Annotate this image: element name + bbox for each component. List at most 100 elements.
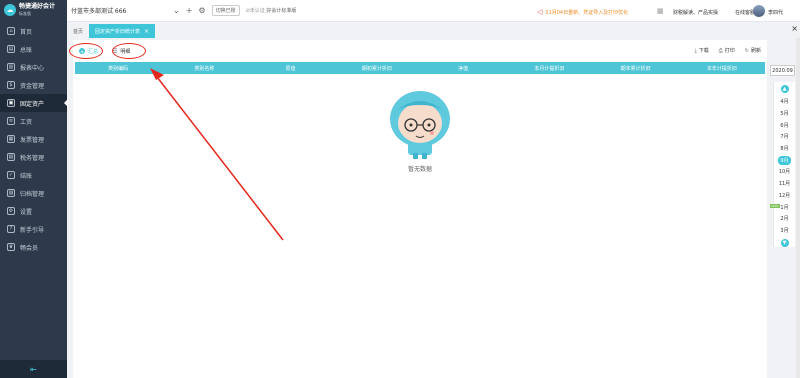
month-item[interactable]: 2月: [774, 213, 795, 225]
company-selector[interactable]: 付蓝市多部测试 666: [67, 6, 167, 15]
sidebar-item-12[interactable]: ♛ 畅会员: [0, 238, 67, 256]
month-label: 9月: [778, 155, 791, 165]
column-header[interactable]: 净值: [420, 65, 506, 72]
sidebar-item-label: 税务管理: [20, 154, 45, 162]
month-label: 5月: [780, 111, 789, 118]
close-tab-icon[interactable]: ×: [144, 28, 149, 35]
month-item[interactable]: 4月: [774, 96, 795, 108]
sidebar-item-6[interactable]: ▦ 发票管理: [0, 130, 67, 148]
column-header[interactable]: 本年计提折旧: [679, 65, 765, 72]
username[interactable]: 李四代: [768, 9, 783, 16]
sidebar-item-5[interactable]: ≡ 工资: [0, 112, 67, 130]
archive-icon: ▨: [7, 189, 15, 197]
asset-icon: ▣: [7, 99, 15, 107]
column-header[interactable]: 期初累计折旧: [334, 65, 420, 72]
month-item[interactable]: 6月: [774, 119, 795, 131]
sidebar-item-label: 报表中心: [20, 64, 45, 72]
notice-banner[interactable]: ◁ 11月04日重新、凭证导入及打印优化: [537, 8, 628, 16]
annotation-circle-detail: [112, 43, 146, 59]
money-icon: $: [7, 81, 15, 89]
column-header[interactable]: 本月计提折旧: [506, 65, 592, 72]
scrollbar[interactable]: [796, 38, 800, 378]
certification-status: ⊘未认证 好会计标准版: [245, 8, 297, 14]
collapse-arrow-icon: ⇤: [30, 364, 37, 374]
salary-icon: ≡: [7, 117, 15, 125]
close-all-tabs-icon[interactable]: ×: [791, 24, 798, 33]
megaphone-icon: ◁: [537, 8, 543, 16]
sidebar-item-10[interactable]: ⚙ 设置: [0, 202, 67, 220]
sidebar-item-8[interactable]: ✓ 结账: [0, 166, 67, 184]
table-header: 类别编码 类别名称 原值 期初累计折旧 净值 本月计提折旧 期末累计折旧 本年计提折旧: [75, 62, 765, 74]
month-item[interactable]: 9月: [774, 154, 795, 166]
close-books-icon: ✓: [7, 171, 15, 179]
month-down-icon[interactable]: ▼: [780, 239, 789, 248]
ledger-icon: ▤: [7, 45, 15, 53]
month-item[interactable]: 12月: [774, 190, 795, 202]
cert-prefix: 未认证: [249, 8, 265, 14]
tab-home[interactable]: 首页: [67, 24, 89, 38]
month-label: 7月: [780, 134, 789, 141]
month-up-icon[interactable]: ▲: [780, 85, 789, 93]
download-label: 下载: [698, 48, 709, 54]
download-button[interactable]: ⤓ 下载: [695, 47, 709, 54]
chevron-down-icon[interactable]: ⌄: [173, 6, 180, 15]
sidebar-item-9[interactable]: ▨ 归档管理: [0, 184, 67, 202]
sidebar-item-label: 固定资产: [20, 100, 45, 108]
column-header[interactable]: 期末累计折旧: [593, 65, 679, 72]
month-item[interactable]: 8月: [774, 143, 795, 155]
sidebar-item-label: 总账: [20, 46, 33, 54]
month-item[interactable]: 5月: [774, 108, 795, 120]
settings-icon: ⚙: [7, 207, 15, 215]
period-display[interactable]: 2020.09: [770, 65, 795, 76]
active-indicator: [64, 99, 68, 107]
year-flag: 2021: [770, 204, 780, 209]
avatar[interactable]: [753, 5, 765, 17]
annotation-circle-summary: [69, 43, 103, 59]
month-picker: ▲ 4月 5月 6月 7月 8月 9月 10月 11月 12月 1月 2021 2月 3月 ▼: [770, 82, 795, 248]
sidebar-nav: ⌂ 首页 ▤ 总账 ▥ 报表中心 $ 资金管理 ▣ 固定资产 ≡ 工资 ▦ 发票管理 ▧ 税务管理 ✓ 结账 ▨ 归档…: [0, 22, 68, 256]
logo-subtitle: 标准版: [19, 11, 31, 16]
month-label: 6月: [780, 122, 789, 129]
tax-icon: ▧: [7, 153, 15, 161]
home-icon: ⌂: [7, 27, 15, 35]
print-icon: ⎙: [718, 48, 723, 54]
toolbar-actions: ⤓ 下载 ⎙ 打印 ↻ 刷新: [695, 47, 761, 54]
help-links[interactable]: 财税解读、产品实操: [673, 9, 718, 16]
month-item[interactable]: 3月: [774, 225, 795, 237]
switch-account-button[interactable]: 切换已账: [211, 5, 240, 16]
sidebar-item-label: 新手引导: [20, 226, 45, 234]
add-icon[interactable]: +: [186, 6, 193, 15]
apps-icon[interactable]: ▦: [657, 7, 664, 15]
sidebar-item-1[interactable]: ▤ 总账: [0, 40, 67, 58]
gear-icon[interactable]: ⚙: [198, 6, 205, 15]
sidebar-item-label: 归档管理: [20, 190, 45, 198]
refresh-button[interactable]: ↻ 刷新: [745, 47, 761, 54]
print-label: 打印: [724, 48, 735, 54]
month-item[interactable]: 10月: [774, 166, 795, 178]
month-label: 8月: [780, 146, 789, 153]
sidebar-item-7[interactable]: ▧ 税务管理: [0, 148, 67, 166]
online-service-link[interactable]: 在线客服: [735, 9, 755, 16]
sidebar-item-label: 工资: [20, 118, 33, 126]
column-header[interactable]: 类别名称: [161, 65, 247, 72]
month-item[interactable]: 7月: [774, 131, 795, 143]
print-button[interactable]: ⎙ 打印: [719, 47, 735, 54]
sidebar-item-label: 首页: [20, 28, 33, 36]
refresh-icon: ↻: [744, 48, 749, 54]
month-label: 4月: [780, 99, 789, 106]
app-logo[interactable]: ☁ 畅捷通好会计 标准版: [0, 0, 67, 20]
column-header[interactable]: 类别编码: [75, 65, 161, 72]
sidebar-item-0[interactable]: ⌂ 首页: [0, 22, 67, 40]
tab-asset-depreciation[interactable]: 固定资产折旧统计表 ×: [89, 24, 156, 38]
month-item[interactable]: 11月: [774, 178, 795, 190]
sidebar-item-11[interactable]: ? 新手引导: [0, 220, 67, 238]
sidebar-item-3[interactable]: $ 资金管理: [0, 76, 67, 94]
sidebar-item-4[interactable]: ▣ 固定资产: [0, 94, 68, 112]
notice-text: 11月04日重新、凭证导入及打印优化: [545, 9, 629, 16]
month-item[interactable]: 1月 2021: [770, 201, 795, 213]
sidebar: ☁ 畅捷通好会计 标准版 ⌂ 首页 ▤ 总账 ▥ 报表中心 $ 资金管理 ▣ 固定资产 ≡ 工资 ▦ 发票…: [0, 0, 68, 378]
collapse-sidebar-button[interactable]: ⇤: [0, 360, 67, 378]
column-header[interactable]: 原值: [248, 65, 334, 72]
month-label: 1月: [780, 204, 789, 211]
sidebar-item-2[interactable]: ▥ 报表中心: [0, 58, 67, 76]
